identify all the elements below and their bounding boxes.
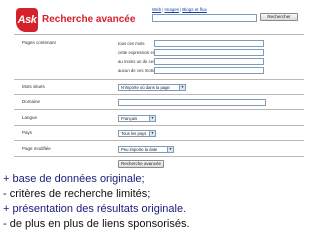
- list-item: - de plus en plus de liens sponsorisés.: [3, 218, 190, 230]
- langue-label: Langue: [22, 115, 38, 120]
- web-link[interactable]: Web: [152, 7, 161, 12]
- divider: [14, 34, 304, 35]
- exact-phrase-input[interactable]: [154, 49, 264, 56]
- top-links: Web|Images|Blogs et flux: [152, 7, 207, 12]
- chevron-down-icon: ▼: [149, 131, 155, 136]
- word-location-select[interactable]: N'importe où dans la page ▼: [118, 84, 186, 91]
- images-link[interactable]: Images: [164, 7, 179, 12]
- pages-contenant-label: Pages contenant: [22, 40, 56, 45]
- mots-situes-label: Mots situés: [22, 84, 45, 89]
- divider: [14, 109, 304, 110]
- domaine-label: Domaine: [22, 99, 41, 104]
- chevron-down-icon: ▼: [179, 85, 185, 90]
- advanced-search-button[interactable]: Recherche avancée: [118, 160, 164, 168]
- language-value: Français: [121, 116, 138, 121]
- chevron-down-icon: ▼: [167, 147, 173, 152]
- pros-cons-list: + base de données originale; - critères …: [3, 172, 319, 232]
- divider: [14, 140, 304, 141]
- none-words-label: aucun de ces mots: [118, 68, 155, 73]
- blogs-link[interactable]: Blogs et flux: [182, 7, 207, 12]
- list-item: + base de données originale;: [3, 173, 145, 185]
- any-words-input[interactable]: [154, 58, 264, 65]
- divider: [14, 94, 304, 95]
- divider: [14, 79, 304, 80]
- date-modified-value: Peu importe la date: [121, 147, 158, 152]
- all-words-input[interactable]: [154, 40, 264, 47]
- page-modifiee-label: Page modifiée: [22, 146, 51, 151]
- word-location-value: N'importe où dans la page: [121, 85, 170, 90]
- date-modified-select[interactable]: Peu importe la date ▼: [118, 146, 174, 153]
- page-title: Recherche avancée: [42, 14, 136, 25]
- list-item: + présentation des résultats originale.: [3, 203, 187, 215]
- domain-input[interactable]: [118, 99, 266, 106]
- divider: [14, 125, 304, 126]
- pays-label: Pays: [22, 130, 33, 135]
- search-button[interactable]: Rechercher: [260, 13, 298, 21]
- none-words-input[interactable]: [154, 67, 264, 74]
- ask-logo[interactable]: Ask: [16, 8, 38, 32]
- country-select[interactable]: Tous les pays ▼: [118, 130, 156, 137]
- chevron-down-icon: ▼: [149, 116, 155, 121]
- top-search-input[interactable]: [152, 14, 257, 22]
- all-words-label: tous ces mots: [118, 41, 145, 46]
- ask-advanced-search-screenshot: Ask Recherche avancée Web|Images|Blogs e…: [0, 0, 320, 168]
- language-select[interactable]: Français ▼: [118, 115, 156, 122]
- country-value: Tous les pays: [121, 131, 147, 136]
- divider: [14, 156, 304, 157]
- list-item: - critères de recherche limités;: [3, 188, 151, 200]
